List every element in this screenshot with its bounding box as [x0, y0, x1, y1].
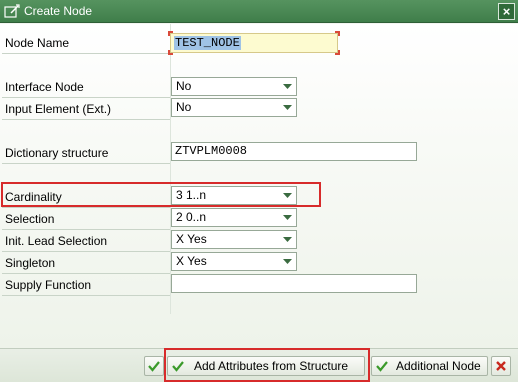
interface-node-label: Interface Node: [5, 80, 84, 94]
cardinality-highlight-box: [1, 182, 321, 207]
dropdown-arrow-icon[interactable]: [279, 100, 295, 115]
window-title: Create Node: [24, 4, 93, 18]
init-lead-selection-value: X Yes: [176, 232, 207, 246]
row-divider: [2, 295, 170, 296]
focus-corner-br: [335, 50, 340, 55]
selection-value: 2 0..n: [176, 210, 207, 224]
close-button[interactable]: ×: [498, 3, 515, 20]
supply-function-input[interactable]: [171, 274, 417, 293]
input-element-value: No: [176, 100, 192, 114]
row-divider: [2, 119, 170, 120]
singleton-label: Singleton: [5, 256, 56, 270]
init-lead-selection-label: Init. Lead Selection: [5, 234, 108, 248]
interface-node-select[interactable]: No: [171, 77, 297, 96]
dropdown-arrow-icon[interactable]: [279, 232, 295, 247]
input-element-label: Input Element (Ext.): [5, 102, 112, 116]
row-divider: [2, 207, 170, 208]
singleton-value: X Yes: [176, 254, 207, 268]
dialog-content: Node Name TEST_NODE Interface Node No In…: [0, 24, 518, 348]
row-divider: [2, 251, 170, 252]
focus-corner-tl: [168, 31, 173, 36]
additional-node-button[interactable]: Additional Node: [371, 356, 488, 376]
dropdown-arrow-icon[interactable]: [279, 79, 295, 94]
dictionary-structure-label: Dictionary structure: [5, 146, 109, 160]
node-name-label: Node Name: [5, 36, 70, 50]
focus-corner-tr: [335, 31, 340, 36]
singleton-select[interactable]: X Yes: [171, 252, 297, 271]
row-divider: [2, 97, 170, 98]
button-bar: Add Attributes from Structure Additional…: [0, 348, 518, 382]
title-bar: Create Node ×: [0, 0, 518, 23]
focus-corner-bl: [168, 50, 173, 55]
supply-function-label: Supply Function: [5, 278, 92, 292]
node-name-input[interactable]: TEST_NODE: [170, 33, 338, 53]
interface-node-value: No: [176, 79, 192, 93]
row-divider: [2, 53, 170, 54]
confirm-button[interactable]: [144, 356, 164, 376]
selection-select[interactable]: 2 0..n: [171, 208, 297, 227]
cancel-x-icon: [494, 359, 508, 373]
input-element-select[interactable]: No: [171, 98, 297, 117]
dropdown-arrow-icon[interactable]: [279, 254, 295, 269]
checkmark-icon: [147, 359, 161, 373]
dropdown-arrow-icon[interactable]: [279, 210, 295, 225]
row-divider: [2, 273, 170, 274]
add-attributes-highlight-box: [164, 348, 370, 382]
row-divider: [2, 229, 170, 230]
node-name-value: TEST_NODE: [174, 36, 241, 50]
row-divider: [2, 163, 170, 164]
selection-label: Selection: [5, 212, 55, 226]
dictionary-structure-input[interactable]: ZTVPLM0008: [171, 142, 417, 161]
additional-node-label: Additional Node: [396, 359, 481, 373]
cancel-button[interactable]: [491, 356, 511, 376]
create-node-icon: [4, 4, 20, 19]
checkmark-icon: [375, 359, 389, 373]
init-lead-selection-select[interactable]: X Yes: [171, 230, 297, 249]
